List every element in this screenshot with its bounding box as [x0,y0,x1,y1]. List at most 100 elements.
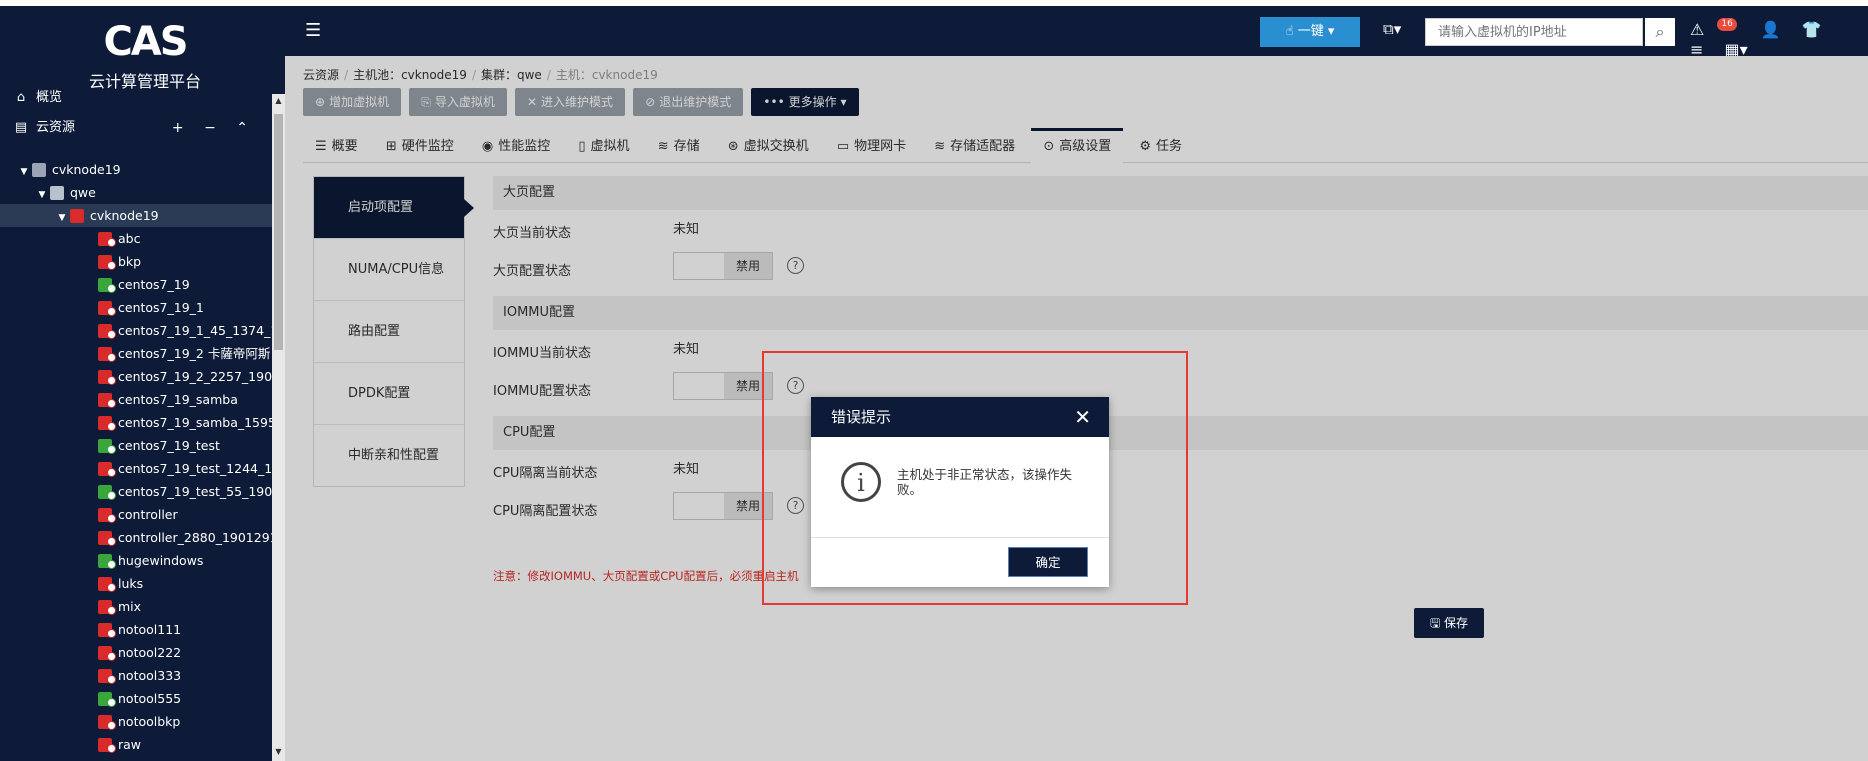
tree-node-host-pool[interactable]: ▼ cvknode19 [0,158,272,181]
vm-stopped-icon [98,738,116,753]
vm-stopped-icon [98,324,116,339]
top-icons: ⚠ 16 👤 👕 ≡ ▦▾ [1690,18,1868,59]
tree-node-vm[interactable]: abc [0,227,272,250]
dialog-message: 主机处于非正常状态，该操作失败。 [897,467,1073,497]
nav-cloud-resources[interactable]: ▤ 云资源 + − ⌃ [0,113,272,143]
ok-button[interactable]: 确定 [1008,547,1088,577]
tree-node-label: cvknode19 [90,208,159,223]
tree-node-vm[interactable]: luks [0,572,272,595]
close-icon[interactable]: ✕ [1074,397,1091,437]
logo-brand: CAS [103,19,188,65]
user-icon[interactable]: 👤 [1761,20,1781,39]
tree-node-label: centos7_19_1_45_1374_1 [118,323,272,338]
tree-node-vm[interactable]: centos7_19_2 卡薩帝阿斯 [0,342,272,365]
tree-node-label: controller [118,507,178,522]
tree-node-label: centos7_19_1 [118,300,204,315]
vm-stopped-icon [98,646,116,661]
tree-node-vm[interactable]: bkp [0,250,272,273]
nav-overview[interactable]: ⌂ 概览 [0,83,272,113]
caret-down-icon[interactable]: ▼ [36,184,48,204]
tree-node-vm[interactable]: hugewindows [0,549,272,572]
tree-node-vm[interactable]: centos7_19_test_1244_19 [0,457,272,480]
vm-running-icon [98,554,116,569]
vm-stopped-icon [98,531,116,546]
vm-stopped-icon [98,715,116,730]
tree-node-label: bkp [118,254,142,269]
tree-node-vm[interactable]: centos7_19_test [0,434,272,457]
scroll-up-icon[interactable]: ▲ [272,96,285,108]
tree-node-vm[interactable]: notool333 [0,664,272,687]
tree-node-vm[interactable]: notool222 [0,641,272,664]
tree-node-label: notool222 [118,645,182,660]
caret-down-icon[interactable]: ▼ [56,207,68,227]
tree-node-vm[interactable]: mix [0,595,272,618]
cluster-icon [50,186,64,200]
dialog-body: i 主机处于非正常状态，该操作失败。 [811,437,1109,538]
tree-node-vm[interactable]: centos7_19_1_45_1374_1 [0,319,272,342]
scroll-down-icon[interactable]: ▼ [272,747,285,759]
tree-node-label: centos7_19_samba_1595_ [118,415,272,430]
host-icon [70,209,84,223]
floppy-icon: 🖫 [1429,616,1441,630]
save-button[interactable]: 🖫 保存 [1414,608,1484,638]
top-bar: ☰ ☝ 一键 ▾ ⧉▾ ⌕ ⚠16 👤 👕 ≡ ▦▾ [285,6,1868,59]
tree-node-vm[interactable]: centos7_19 [0,273,272,296]
tree-node-vm[interactable]: centos7_19_samba_1595_ [0,411,272,434]
tree-node-label: centos7_19_samba [118,392,238,407]
tree-node-vm[interactable]: centos7_19_1 [0,296,272,319]
tree-node-vm[interactable]: notool555 [0,687,272,710]
alert-icon[interactable]: ⚠ 16 [1690,18,1740,40]
tree-node-label: notool111 [118,622,182,637]
tree-node-label: notool333 [118,668,182,683]
menu-toggle-icon[interactable]: ☰ [305,20,321,41]
save-label: 保存 [1444,616,1469,630]
server-icon: ▤ [14,120,28,135]
tree-node-vm[interactable]: controller [0,503,272,526]
nav-overview-label: 概览 [36,90,63,105]
tools-menu-icon[interactable]: ⧉▾ [1383,20,1401,38]
vm-stopped-icon [98,462,116,477]
vm-ip-search-input[interactable] [1425,18,1643,46]
vm-stopped-icon [98,347,116,362]
onekey-label: 一键 [1297,24,1324,39]
vm-stopped-icon [98,577,116,592]
resource-tools[interactable]: + − ⌃ [172,113,256,143]
info-icon: i [841,462,881,502]
sidebar-scrollbar[interactable]: ▲ ▼ [272,94,285,761]
caret-down-icon[interactable]: ▼ [18,161,30,181]
tree-node-vm[interactable]: raw [0,733,272,756]
search-icon[interactable]: ⌕ [1645,18,1675,46]
tree-node-label: centos7_19 [118,277,190,292]
tree-node-vm[interactable]: centos7_19_test_55_1902 [0,480,272,503]
tree-node-vm[interactable]: notoolbkp [0,710,272,733]
tree-node-vm[interactable]: centos7_19_2_2257_1902 [0,365,272,388]
vm-stopped-icon [98,255,116,270]
tree-node-label: raw [118,737,142,752]
tree-node-host[interactable]: ▼ cvknode19 [0,204,272,227]
tree-node-label: centos7_19_test [118,438,220,453]
host-pool-icon [32,163,46,177]
vm-stopped-icon [98,393,116,408]
tree-node-label: cvknode19 [52,162,121,177]
vm-stopped-icon [98,370,116,385]
hand-icon: ☝ [1285,24,1294,39]
dialog-title: 错误提示 [831,408,892,426]
shirt-icon[interactable]: 👕 [1802,20,1822,39]
alert-badge: 16 [1717,18,1737,31]
vm-list: abc bkp centos7_19 centos7_19_1 centos7_19_1… [0,227,272,756]
tree-node-vm[interactable]: controller_2880_19012911 [0,526,272,549]
tree-node-cluster[interactable]: ▼ qwe [0,181,272,204]
tree-node-label: centos7_19_2 卡薩帝阿斯 [118,346,271,361]
vm-running-icon [98,485,116,500]
tree-node-label: centos7_19_test_1244_19 [118,461,272,476]
tree-node-label: mix [118,599,142,614]
scroll-thumb[interactable] [274,114,283,350]
tree-node-label: controller_2880_19012911 [118,530,272,545]
tree-node-vm[interactable]: centos7_19_samba [0,388,272,411]
tree-node-label: centos7_19_test_55_1902 [118,484,272,499]
tree-node-vm[interactable]: notool111 [0,618,272,641]
vm-stopped-icon [98,301,116,316]
resource-tree: ▼ cvknode19 ▼ qwe ▼ cvknode19 abc bkp centos7… [0,158,272,756]
onekey-button[interactable]: ☝ 一键 ▾ [1260,17,1360,47]
logo: CAS 云计算管理平台 [70,18,220,92]
